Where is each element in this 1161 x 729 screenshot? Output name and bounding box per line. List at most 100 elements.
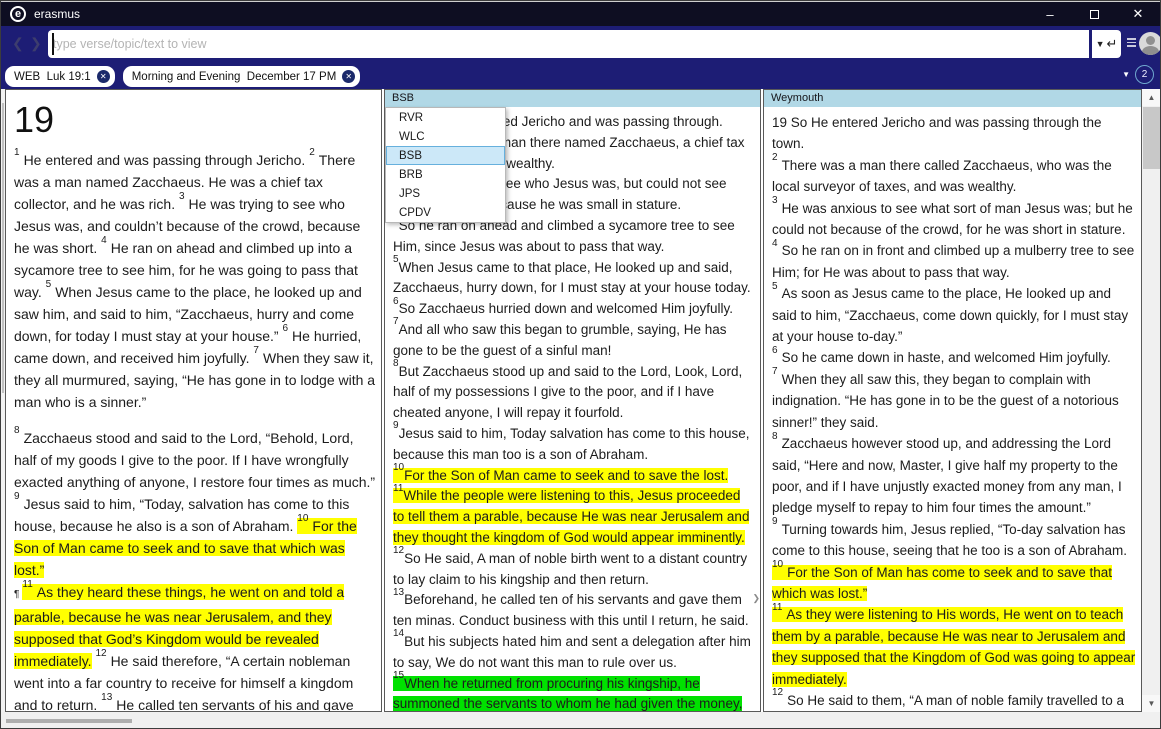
text-caret [52, 33, 54, 55]
scrollbar-thumb[interactable] [1143, 107, 1160, 169]
weymouth-verse-row: 2There was a man there called Zacchaeus,… [772, 155, 1136, 198]
search-input[interactable]: type verse/topic/text to view [48, 30, 1089, 58]
verse-bsb-8[interactable]: 8But Zacchaeus stood up and said to the … [393, 364, 742, 421]
verse-number: 10 [297, 513, 308, 524]
tab-list-dropdown-icon[interactable]: ▼ [1122, 70, 1130, 79]
verse-weymouth-11[interactable]: 11As they were listening to His words, H… [772, 607, 1135, 686]
scroll-down-icon[interactable]: ▼ [1142, 695, 1161, 712]
user-avatar[interactable] [1139, 32, 1161, 55]
tab-count-badge[interactable]: 2 [1135, 65, 1154, 84]
verse-weymouth-3[interactable]: 3He was anxious to see what sort of man … [772, 201, 1133, 237]
search-placeholder: type verse/topic/text to view [48, 37, 207, 51]
tab-label: Morning and Evening December 17 PM [132, 71, 337, 83]
bsb-translation-header[interactable]: BSB [385, 90, 760, 107]
left-pane-scrollbar-thumb[interactable] [2, 103, 4, 393]
verse-weymouth-4[interactable]: 4So he ran on in front and climbed up a … [772, 243, 1134, 279]
horizontal-scrollbar-thumb[interactable] [6, 719, 132, 723]
bsb-verse-row: 11While the people were listening to thi… [393, 486, 755, 548]
tab-bar: WEB Luk 19:1✕ Morning and Evening Decembe… [1, 63, 1160, 89]
verse-bsb-4[interactable]: 4So he ran on ahead and climbed a sycamo… [393, 218, 735, 254]
verse-web-1[interactable]: 1He entered and was passing through Jeri… [14, 152, 305, 168]
verse-number: 13 [393, 587, 404, 598]
verse-weymouth-10[interactable]: 10For the Son of Man has come to seek an… [772, 565, 1112, 601]
close-button[interactable]: ✕ [1116, 2, 1160, 26]
verse-number: 14 [393, 628, 404, 639]
scroll-right-hint-icon[interactable]: ❯ [752, 593, 760, 604]
verse-weymouth-7[interactable]: 7When they all saw this, they began to c… [772, 372, 1119, 430]
content-area: 1 9 1He entered and was passing through J… [1, 89, 1160, 712]
verse-bsb-5[interactable]: 5When Jesus came to that place, He looke… [393, 260, 751, 296]
verse-bsb-11[interactable]: 11While the people were listening to thi… [393, 488, 749, 545]
verse-number: 8 [14, 425, 20, 436]
verse-number: 11 [772, 602, 782, 613]
scroll-up-icon[interactable]: ▲ [1142, 89, 1161, 106]
horizontal-scrollbar[interactable] [1, 712, 1160, 729]
verse-weymouth-5[interactable]: 5As soon as Jesus came to the place, He … [772, 286, 1128, 344]
forward-icon[interactable]: ❯ [30, 35, 42, 52]
verse-number: 12 [393, 545, 404, 556]
dropdown-item-jps[interactable]: JPS [386, 184, 505, 203]
verse-weymouth-12[interactable]: 12So He said to them, “A man of noble fa… [772, 693, 1124, 712]
search-dropdown-icon[interactable]: ▼ [1096, 39, 1105, 49]
tab-1[interactable]: WEB Luk 19:1✕ [5, 66, 115, 87]
app-logo-icon: e [10, 6, 26, 22]
vertical-scrollbar[interactable]: ▲ ▼ [1142, 89, 1161, 712]
verse-weymouth-9[interactable]: 9Turning towards him, Jesus replied, “To… [772, 522, 1127, 558]
verse-number: 1 [14, 147, 20, 158]
verse-number: 6 [772, 345, 778, 356]
verse-bsb-13[interactable]: 13Beforehand, he called ten of his serva… [393, 592, 749, 628]
verse-bsb-7[interactable]: 7And all who saw this began to grumble, … [393, 322, 727, 358]
verse-number: 9 [393, 420, 399, 431]
verse-number: 6 [393, 296, 399, 307]
tab-bar-extra: ▼ 2 [1122, 65, 1154, 84]
verse-number: 10 [772, 559, 783, 570]
verse-number: 12 [772, 687, 783, 698]
weymouth-text: 19 So He entered Jericho and was passing… [764, 107, 1141, 712]
tab-close-icon[interactable]: ✕ [97, 70, 110, 83]
verse-number: 7 [253, 345, 259, 356]
weymouth-translation-header[interactable]: Weymouth [764, 90, 1141, 107]
verse-bsb-12[interactable]: 12So He said, A man of noble birth went … [393, 551, 747, 587]
avatar-body [1142, 46, 1159, 55]
web-paragraph: 1He entered and was passing through Jeri… [14, 149, 376, 413]
verse-weymouth-6[interactable]: 6So he came down in haste, and welcomed … [772, 350, 1111, 365]
bsb-verse-row: 13Beforehand, he called ten of his serva… [393, 590, 755, 632]
verse-weymouth-19[interactable]: 19 So He entered Jericho and was passing… [772, 115, 1101, 151]
window-title: erasmus [34, 7, 80, 21]
dropdown-item-brb[interactable]: BRB [386, 165, 505, 184]
pane-web: 19 1He entered and was passing through J… [5, 89, 382, 712]
verse-bsb-9[interactable]: 9Jesus said to him, Today salvation has … [393, 426, 750, 462]
verse-bsb-14[interactable]: 14But his subjects hated him and sent a … [393, 634, 751, 670]
dropdown-item-wlc[interactable]: WLC [386, 127, 505, 146]
dropdown-item-cpdv[interactable]: CPDV [386, 203, 505, 222]
verse-number: 5 [393, 254, 399, 265]
verse-number: 11 [22, 579, 32, 590]
enter-go-icon[interactable]: ↵ [1107, 36, 1118, 52]
bsb-verse-row: 10For the Son of Man came to seek and to… [393, 466, 755, 487]
tab-2[interactable]: Morning and Evening December 17 PM ✕ [123, 66, 361, 87]
verse-weymouth-2[interactable]: 2There was a man there called Zacchaeus,… [772, 158, 1112, 194]
maximize-button[interactable] [1072, 2, 1116, 26]
menu-icon[interactable] [1127, 38, 1136, 47]
verse-number: 6 [282, 323, 288, 334]
tab-close-icon[interactable]: ✕ [342, 70, 355, 83]
minimize-button[interactable]: – [1028, 2, 1072, 26]
verse-number: 13 [101, 692, 112, 703]
verse-web-8[interactable]: 8Zacchaeus stood and said to the Lord, “… [14, 430, 375, 490]
verse-number: 5 [46, 279, 52, 290]
verse-bsb-15[interactable]: 15When he returned from procuring his ki… [393, 676, 742, 712]
verse-number: 15 [393, 670, 404, 681]
verse-weymouth-8[interactable]: 8Zacchaeus however stood up, and address… [772, 436, 1122, 515]
dropdown-item-rvr[interactable]: RVR [386, 108, 505, 127]
verse-bsb-10[interactable]: 10For the Son of Man came to seek and to… [393, 468, 728, 483]
bsb-verse-row: 7And all who saw this began to grumble, … [393, 320, 755, 362]
back-icon[interactable]: ❮ [12, 35, 24, 52]
dropdown-item-bsb[interactable]: BSB [386, 146, 505, 165]
nav-bar: ❮ ❯ type verse/topic/text to view ▼ ↵ [1, 26, 1160, 63]
verse-number: 7 [772, 366, 778, 377]
verse-number: 10 [393, 462, 404, 473]
verse-number: 4 [101, 235, 107, 246]
verse-number: 4 [772, 238, 778, 249]
verse-bsb-6[interactable]: 6So Zacchaeus hurried down and welcomed … [393, 301, 733, 316]
bsb-verse-row: 6So Zacchaeus hurried down and welcomed … [393, 299, 755, 320]
